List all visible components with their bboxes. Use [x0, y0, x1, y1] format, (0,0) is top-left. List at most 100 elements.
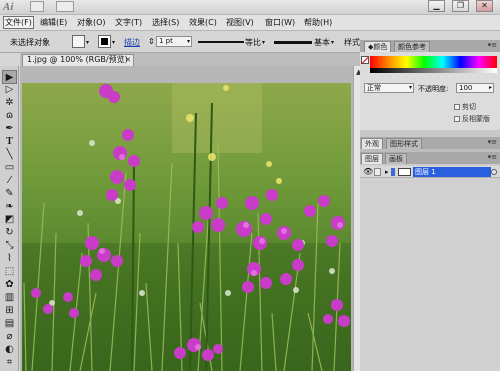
- rectangle-tool-icon[interactable]: ▭: [2, 161, 17, 175]
- panel-menu-icon[interactable]: ▾≡: [488, 41, 497, 49]
- meadow-flowers-photo: [22, 83, 351, 371]
- brush-definition-preview[interactable]: [274, 41, 312, 44]
- stroke-link[interactable]: 描边: [124, 37, 140, 48]
- pencil-tool-icon[interactable]: ✎: [2, 187, 17, 201]
- bridge-icon[interactable]: [30, 1, 44, 12]
- tab-color[interactable]: ◆颜色: [364, 41, 392, 52]
- menu-effect[interactable]: 效果(C): [189, 17, 217, 28]
- line-tool-icon[interactable]: ╲: [2, 148, 17, 162]
- document-tab-title: 1.jpg @ 100% (RGB/预览): [27, 55, 128, 64]
- minimize-button[interactable]: ▁: [428, 0, 445, 12]
- type-tool-icon[interactable]: T: [2, 135, 17, 149]
- menu-bar: 文件(F) 编辑(E) 对象(O) 文字(T) 选择(S) 效果(C) 视图(V…: [0, 15, 500, 31]
- slice-tool-icon[interactable]: ⌗: [2, 356, 17, 370]
- variable-width-profile-preview[interactable]: [198, 41, 244, 43]
- tab-artboards[interactable]: 画板: [385, 153, 407, 164]
- clip-option[interactable]: 剪切: [454, 102, 476, 112]
- direct-selection-tool-icon[interactable]: ▷: [2, 83, 17, 97]
- title-bar: Ai ▁ ❐ ✕: [0, 0, 500, 15]
- column-graph-tool-icon[interactable]: ▥: [2, 291, 17, 305]
- blend-mode-value: 正常: [367, 84, 381, 92]
- gradient-tool-icon[interactable]: ▤: [2, 317, 17, 331]
- stroke-swatch-inner: [101, 38, 108, 45]
- menu-edit[interactable]: 编辑(E): [40, 17, 67, 28]
- selection-status: 未选择对象: [10, 38, 50, 47]
- menu-view[interactable]: 视图(V): [226, 17, 254, 28]
- appearance-panel-tabs: 外观 图形样式 ▾≡: [360, 137, 500, 149]
- placed-photo-image[interactable]: [22, 83, 351, 371]
- menu-type[interactable]: 文字(T): [115, 17, 142, 28]
- stroke-dropdown-arrow-icon[interactable]: ▾: [112, 39, 115, 46]
- expand-triangle-icon[interactable]: ▸: [385, 167, 389, 177]
- opacity-field[interactable]: 100 ▸: [456, 83, 494, 93]
- stroke-weight-value: 1 pt: [159, 37, 173, 45]
- invert-mask-option[interactable]: 反相蒙版: [454, 114, 490, 124]
- layer-row[interactable]: 👁 ▸ 图层 1: [360, 166, 500, 178]
- document-tab[interactable]: 1.jpg @ 100% (RGB/预览) ✕: [22, 54, 134, 66]
- mesh-tool-icon[interactable]: ⊞: [2, 304, 17, 318]
- layer-target-icon[interactable]: [491, 169, 497, 175]
- scale-tool-icon[interactable]: ⤡: [2, 239, 17, 253]
- eraser-tool-icon[interactable]: ◩: [2, 213, 17, 227]
- menu-help[interactable]: 帮助(H): [304, 17, 332, 28]
- panel-menu-icon[interactable]: ▾≡: [488, 138, 497, 146]
- lasso-tool-icon[interactable]: ɷ: [2, 109, 17, 123]
- symbol-sprayer-tool-icon[interactable]: ✿: [2, 278, 17, 292]
- tab-color-guide[interactable]: 颜色参考: [394, 41, 430, 52]
- layer-thumbnail: [398, 168, 411, 176]
- lock-toggle[interactable]: [374, 168, 381, 176]
- canvas-area[interactable]: ▲: [20, 66, 365, 371]
- panel-menu-icon[interactable]: ▾≡: [488, 153, 497, 161]
- uniform-profile-label[interactable]: 等比: [245, 37, 261, 48]
- layers-panel-tabs: 图层 画板 ▾≡: [360, 152, 500, 164]
- menu-window[interactable]: 窗口(W): [265, 17, 295, 28]
- invert-mask-label: 反相蒙版: [462, 115, 490, 123]
- menu-file[interactable]: 文件(F): [3, 16, 34, 29]
- menu-select[interactable]: 选择(S): [152, 17, 179, 28]
- close-icon[interactable]: ✕: [125, 55, 131, 65]
- arrange-documents-icon[interactable]: [56, 1, 74, 12]
- fill-dropdown-arrow-icon[interactable]: ▾: [86, 39, 89, 46]
- chevron-down-icon[interactable]: ▾: [331, 39, 334, 46]
- blob-brush-tool-icon[interactable]: ❧: [2, 200, 17, 214]
- color-panel: [360, 52, 500, 82]
- clip-checkbox[interactable]: [454, 104, 460, 110]
- clip-label: 剪切: [462, 103, 476, 111]
- menu-object[interactable]: 对象(O): [77, 17, 106, 28]
- basic-brush-label[interactable]: 基本: [314, 37, 330, 48]
- tools-panel: ▶ ▷ ✲ ɷ ✒ T ╲ ▭ ⁄ ✎ ❧ ◩ ↻ ⤡ ⌇ ⬚ ✿ ▥ ⊞ ▤ …: [0, 66, 19, 371]
- blend-mode-select[interactable]: 正常 ▾: [364, 83, 414, 93]
- chevron-down-icon[interactable]: ▾: [262, 39, 265, 46]
- stroke-weight-stepper-icon[interactable]: ⇕: [148, 37, 155, 46]
- tab-appearance[interactable]: 外观: [361, 138, 383, 149]
- opacity-label: 不透明度:: [418, 85, 449, 93]
- stroke-weight-field[interactable]: 1 pt ▾: [156, 36, 192, 47]
- grayscale-ramp[interactable]: [370, 68, 497, 73]
- selection-tool-icon[interactable]: ▶: [2, 70, 17, 84]
- chevron-right-icon: ▸: [488, 84, 492, 91]
- pen-tool-icon[interactable]: ✒: [2, 122, 17, 136]
- right-panel-dock: ◆颜色 颜色参考 ▾≡ 正常 ▾ 不透明度: 100 ▸ 剪切 反相蒙版 外观 …: [360, 40, 500, 371]
- layer-name[interactable]: 图层 1: [413, 167, 491, 177]
- rotate-tool-icon[interactable]: ↻: [2, 226, 17, 240]
- close-button[interactable]: ✕: [476, 0, 493, 12]
- paintbrush-tool-icon[interactable]: ⁄: [2, 174, 17, 188]
- tab-graphic-styles[interactable]: 图形样式: [386, 138, 422, 149]
- app-logo: Ai: [3, 1, 14, 13]
- layers-panel: 👁 ▸ 图层 1: [360, 165, 500, 371]
- restore-button[interactable]: ❐: [452, 0, 469, 12]
- eyedropper-tool-icon[interactable]: ⌀: [2, 330, 17, 344]
- color-spectrum-bar[interactable]: [370, 56, 497, 68]
- blend-tool-icon[interactable]: ◐: [2, 343, 17, 357]
- invert-mask-checkbox[interactable]: [454, 116, 460, 122]
- warp-tool-icon[interactable]: ⌇: [2, 252, 17, 266]
- tab-layers[interactable]: 图层: [361, 153, 383, 164]
- chevron-down-icon: ▾: [408, 84, 412, 91]
- eye-icon[interactable]: 👁: [363, 167, 373, 177]
- magic-wand-tool-icon[interactable]: ✲: [2, 96, 17, 110]
- document-tab-strip: 1.jpg @ 100% (RGB/预览) ✕: [20, 53, 365, 66]
- color-panel-tabs: ◆颜色 颜色参考 ▾≡: [360, 40, 500, 52]
- stroke-swatch[interactable]: [98, 35, 111, 48]
- free-transform-tool-icon[interactable]: ⬚: [2, 265, 17, 279]
- fill-swatch[interactable]: [72, 35, 85, 48]
